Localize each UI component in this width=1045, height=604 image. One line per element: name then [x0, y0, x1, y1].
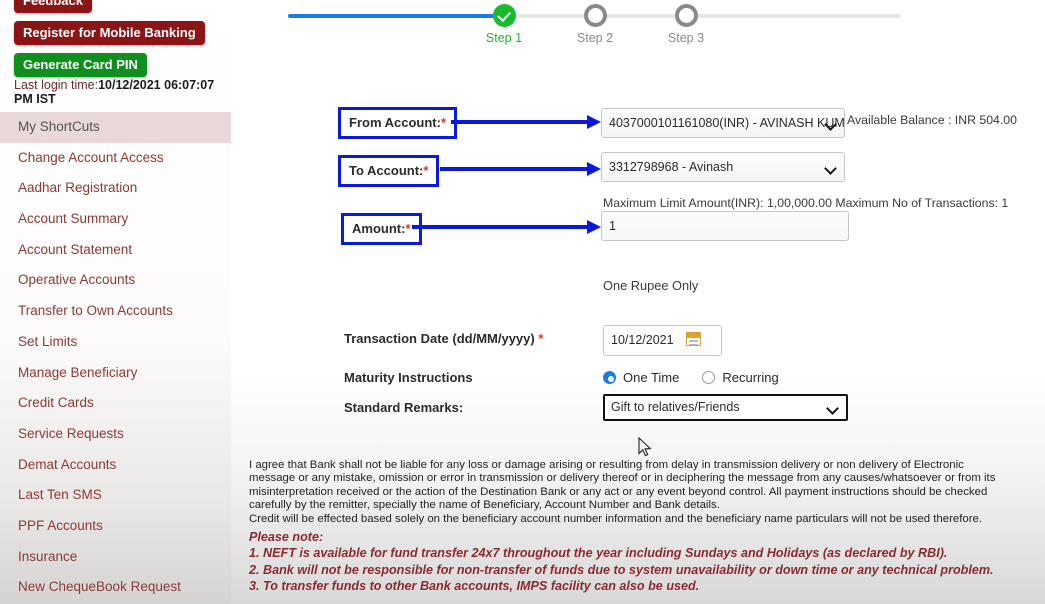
required-asterisk: *: [538, 331, 544, 346]
register-mobile-banking-button[interactable]: Register for Mobile Banking: [14, 21, 205, 45]
square-node-icon: [674, 4, 698, 27]
please-note-block: Please note: 1. NEFT is available for fu…: [249, 529, 1039, 595]
stepper-step-1-label: Step 1: [485, 31, 523, 45]
annotation-arrow-amount: [412, 220, 601, 234]
amount-label: Amount:*: [341, 213, 422, 245]
stepper-step-1[interactable]: Step 1: [469, 4, 539, 45]
generate-card-pin-button[interactable]: Generate Card PIN: [14, 53, 147, 77]
transaction-date-label-text: Transaction Date (dd/MM/yyyy): [344, 331, 535, 346]
standard-remarks-select[interactable]: Gift to relatives/Friends: [603, 394, 848, 421]
sidebar: Feedback Register for Mobile Banking Gen…: [0, 0, 231, 604]
last-login-label: Last login time:: [14, 78, 99, 92]
sidebar-item-ppf-accounts[interactable]: PPF Accounts: [0, 511, 231, 542]
amount-in-words: One Rupee Only: [603, 278, 699, 293]
stepper-step-2-label: Step 2: [576, 31, 614, 45]
check-icon: [492, 4, 516, 27]
sidebar-item-new-chequebook-request[interactable]: New ChequeBook Request: [0, 572, 231, 603]
sidebar-item-account-summary[interactable]: Account Summary: [0, 204, 231, 235]
transaction-date-input[interactable]: 10/12/2021: [603, 325, 722, 356]
note-item-2: 2. Bank will not be responsible for non-…: [249, 562, 994, 577]
sidebar-item-last-ten-sms[interactable]: Last Ten SMS: [0, 480, 231, 511]
sidebar-nav: My ShortCuts Change Account Access Aadhar …: [0, 112, 231, 603]
sidebar-item-manage-beneficiary[interactable]: Manage Beneficiary: [0, 358, 231, 389]
note-item-3: 3. To transfer funds to other Bank accou…: [249, 579, 700, 594]
sidebar-item-aadhar-registration[interactable]: Aadhar Registration: [0, 173, 231, 204]
sidebar-item-account-statement[interactable]: Account Statement: [0, 235, 231, 266]
page-root: Feedback Register for Mobile Banking Gen…: [0, 0, 1045, 604]
disclaimer-paragraph-2: Credit will be effected based solely on …: [249, 512, 982, 525]
sidebar-item-change-account-access[interactable]: Change Account Access: [0, 143, 231, 174]
maturity-instructions-group: One Time Recurring: [603, 370, 779, 385]
from-account-select[interactable]: 4037000101161080(INR) - AVINASH KUMAR: [601, 108, 845, 138]
required-asterisk: *: [440, 115, 447, 130]
radio-recurring[interactable]: [702, 371, 716, 384]
feedback-button[interactable]: Feedback: [14, 0, 92, 13]
annotation-arrow-to-account: [440, 162, 601, 176]
stepper-step-2[interactable]: Step 2: [560, 4, 630, 45]
radio-one-time[interactable]: [603, 371, 616, 384]
last-login-time: Last login time:10/12/2021 06:07:07 PM I…: [14, 78, 226, 106]
to-account-select[interactable]: 3312798968 - Avinash: [601, 152, 845, 182]
maturity-instructions-label: Maturity Instructions: [344, 370, 473, 385]
sidebar-item-my-shortcuts[interactable]: My ShortCuts: [0, 112, 231, 143]
required-asterisk: *: [423, 163, 429, 178]
sidebar-item-service-requests[interactable]: Service Requests: [0, 419, 231, 450]
from-account-label: From Account:*: [338, 107, 458, 139]
calendar-icon[interactable]: [686, 332, 701, 346]
amount-label-text: Amount:: [352, 221, 406, 236]
radio-recurring-label: Recurring: [722, 370, 779, 385]
maximum-limit-text: Maximum Limit Amount(INR): 1,00,000.00 M…: [603, 196, 1009, 210]
sidebar-item-demat-accounts[interactable]: Demat Accounts: [0, 450, 231, 481]
sidebar-item-transfer-to-own-accounts[interactable]: Transfer to Own Accounts: [0, 296, 231, 327]
available-balance-text: Available Balance : INR 504.00: [847, 113, 1017, 127]
from-account-label-text: From Account:: [349, 115, 441, 130]
standard-remarks-label: Standard Remarks:: [344, 400, 464, 415]
sidebar-item-insurance[interactable]: Insurance: [0, 542, 231, 573]
to-account-label-text: To Account:: [349, 163, 424, 178]
sidebar-item-operative-accounts[interactable]: Operative Accounts: [0, 265, 231, 296]
radio-one-time-label: One Time: [623, 370, 680, 385]
to-account-label: To Account:*: [338, 155, 440, 187]
mouse-cursor: [638, 437, 652, 457]
sidebar-item-set-limits[interactable]: Set Limits: [0, 327, 231, 358]
annotation-arrow-from-account: [451, 115, 601, 129]
stepper-step-3-label: Step 3: [667, 31, 705, 45]
progress-stepper: Step 1 Step 2 Step 3: [288, 0, 900, 50]
note-title: Please note:: [249, 530, 324, 544]
required-asterisk: *: [405, 221, 411, 236]
square-node-icon: [583, 4, 607, 27]
note-item-1: 1. NEFT is available for fund transfer 2…: [249, 546, 948, 561]
transaction-date-label: Transaction Date (dd/MM/yyyy) *: [344, 331, 543, 346]
disclaimer-text: I agree that Bank shall not be liable fo…: [249, 459, 1009, 526]
sidebar-item-credit-cards[interactable]: Credit Cards: [0, 388, 231, 419]
stepper-step-3[interactable]: Step 3: [651, 4, 721, 45]
amount-input[interactable]: 1: [601, 211, 849, 241]
disclaimer-paragraph-1: I agree that Bank shall not be liable fo…: [249, 459, 996, 512]
